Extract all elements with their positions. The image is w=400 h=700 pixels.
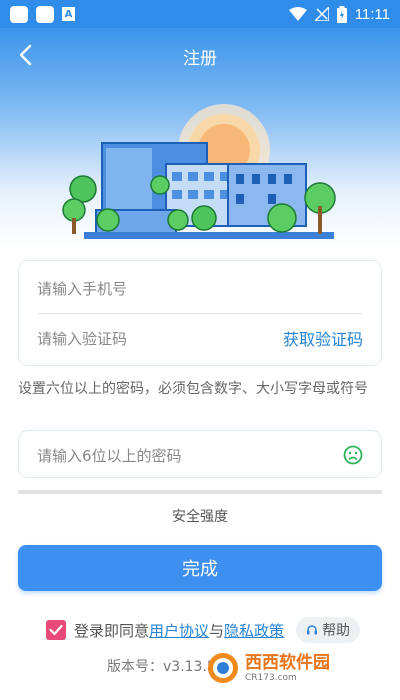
wifi-icon (288, 7, 307, 21)
password-placeholder: 请输入6位以上的密码 (37, 446, 182, 465)
password-row[interactable]: 请输入6位以上的密码 (37, 432, 363, 478)
user-agreement-link[interactable]: 用户协议 (149, 620, 209, 641)
status-bar: A 11:11 (0, 0, 400, 28)
verification-code-input[interactable]: 请输入验证码 获取验证码 (37, 315, 363, 361)
notification-square-icon (36, 5, 54, 23)
watermark-brand: 西西软件园 (245, 652, 330, 673)
help-label: 帮助 (322, 623, 351, 639)
code-placeholder: 请输入验证码 (37, 329, 128, 348)
battery-icon (336, 5, 347, 23)
smile-face-icon (343, 445, 363, 465)
agreement-prefix: 登录即同意 (74, 621, 150, 640)
strength-bar (18, 490, 382, 494)
phone-input[interactable]: 请输入手机号 (37, 265, 363, 311)
page-title: 注册 (183, 49, 217, 69)
watermark-logo-icon (208, 653, 238, 683)
agreement-row: 登录即同意 用户协议 与 隐私政策 帮助 (46, 617, 361, 643)
agreement-checkbox[interactable] (46, 620, 66, 640)
version-text: 版本号：v3.13.5 (107, 659, 216, 675)
notification-square-icon (10, 5, 28, 23)
phone-placeholder: 请输入手机号 (37, 279, 128, 298)
password-field[interactable]: 请输入6位以上的密码 (18, 430, 382, 478)
clock-time: 11:11 (354, 5, 390, 23)
keyboard-a-icon: A (62, 7, 75, 21)
password-hint: 设置六位以上的密码，必须包含数字、大小写字母或符号 (18, 381, 368, 397)
help-button[interactable]: 帮助 (296, 617, 361, 643)
credentials-card: 请输入手机号 请输入验证码 获取验证码 (18, 260, 382, 366)
submit-button[interactable]: 完成 (18, 545, 382, 591)
privacy-policy-link[interactable]: 隐私政策 (224, 620, 284, 641)
city-illustration (62, 104, 336, 239)
no-signal-icon (314, 7, 329, 21)
watermark: 西西软件园 CR173.com (205, 652, 330, 684)
divider (37, 313, 363, 314)
watermark-domain: CR173.com (245, 672, 297, 683)
strength-label: 安全强度 (172, 509, 228, 525)
header: 注册 (0, 28, 400, 248)
check-icon (49, 624, 63, 636)
headset-icon (307, 625, 318, 635)
get-code-button[interactable]: 获取验证码 (283, 326, 363, 350)
agreement-and: 与 (209, 621, 225, 640)
